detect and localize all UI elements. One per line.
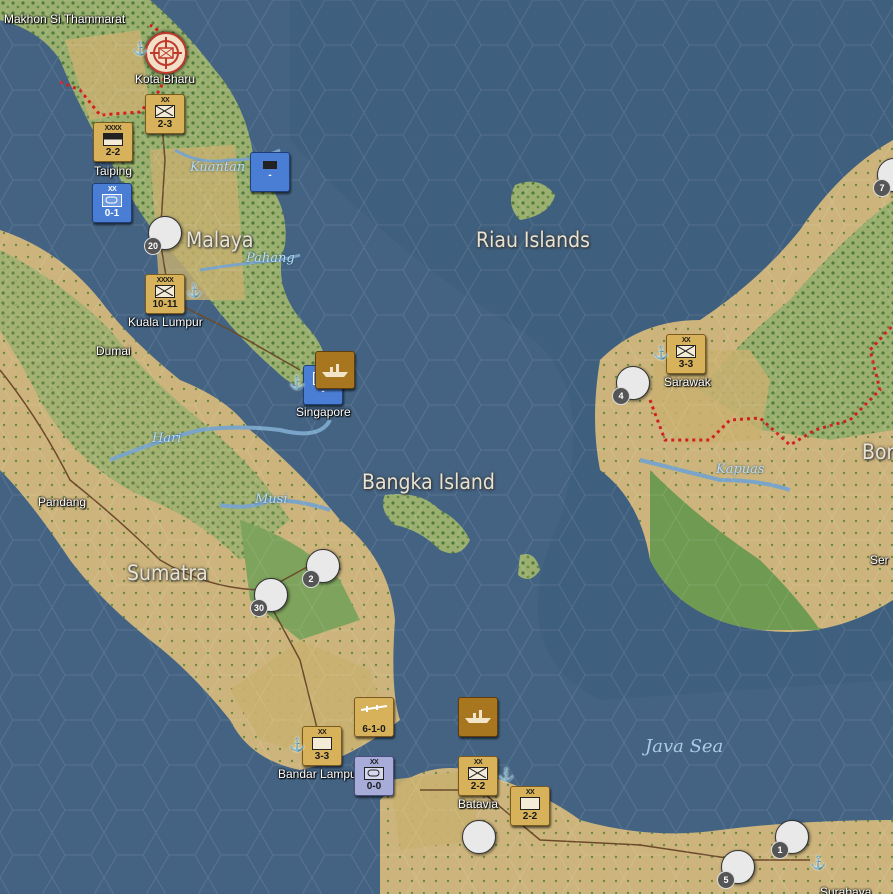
anchor-icon: ⚓ [186,283,203,298]
unit-size: XX [317,729,327,736]
unit-counter-axis-armor[interactable]: XX 0-1 [92,183,132,223]
mechanized-icon [312,737,332,750]
unit-strength: 0-1 [104,208,120,219]
stack-count-badge: 1 [771,841,789,859]
anchor-icon: ⚓ [289,737,306,752]
unit-counter-infantry-batavia[interactable]: XX 2-2 [458,756,498,796]
unit-size: XXXX [104,125,122,132]
infantry-icon [676,345,696,358]
unit-size: XX [160,97,170,104]
unit-strength: - [268,170,272,181]
unit-strength: 6-1-0 [362,724,386,735]
unit-stack-sarawak[interactable]: 4 [612,366,650,405]
unit-strength: 0-0 [366,781,382,792]
unit-strength: 3-3 [314,751,330,762]
unit-stack-batavia[interactable] [462,820,496,854]
unit-size: XX [473,759,483,766]
naval-icon [263,161,277,169]
infantry-icon [155,105,175,118]
unit-strength: 2-2 [105,147,121,158]
map-terrain [0,0,893,894]
stack-count-badge: 30 [250,599,268,617]
stack-count-badge: 2 [302,570,320,588]
anchor-icon: ⚓ [498,767,515,782]
infantry-icon [468,767,488,780]
anchor-icon: ⚓ [810,855,827,870]
stack-count-badge: 20 [144,237,162,255]
infantry-icon [155,285,175,298]
unit-counter-allied-fleet[interactable] [315,351,355,389]
crosshair-target-icon[interactable] [145,32,187,74]
unit-size: XX [525,789,535,796]
unit-size: XX [369,759,379,766]
unit-counter-air-wing[interactable]: 6-1-0 [354,697,394,737]
aircraft-icon [360,705,388,712]
stack-count-badge: 4 [612,387,630,405]
ship-icon [322,364,348,377]
mechanized-icon [520,797,540,810]
unit-size: XXXX [156,277,174,284]
anchor-icon: ⚓ [653,345,670,360]
unit-counter-mech-bandar[interactable]: XX 3-3 [302,726,342,766]
unit-strength: 10-11 [152,299,178,310]
unit-strength: 2-2 [470,781,486,792]
stack-count-badge: 7 [873,179,891,197]
anchor-icon: ⚓ [289,375,306,390]
unit-counter-infantry-sarawak[interactable]: XX 3-3 [666,334,706,374]
unit-counter-allied-fleet-2[interactable] [458,697,498,737]
armor-icon [364,767,384,780]
unit-counter-axis-naval[interactable]: - [250,152,290,192]
unit-size: XX [681,337,691,344]
unit-counter-infantry-division[interactable]: XX 2-3 [145,94,185,134]
unit-stack-malaya[interactable]: 20 [144,216,182,255]
unit-size: XX [107,186,117,193]
unit-counter-infantry-army[interactable]: XXXX 10-11 [145,274,185,314]
stack-count-badge: 5 [717,871,735,889]
ship-icon [465,710,491,723]
hq-icon [103,133,123,146]
unit-strength: 2-2 [522,811,538,822]
armor-icon [102,194,122,207]
unit-strength: 2-3 [157,119,173,130]
unit-counter-hq-army[interactable]: XXXX 2-2 [93,122,133,162]
unit-stack-sumatra-east[interactable]: 2 [302,549,340,588]
game-map[interactable]: Makhon Si Thammarat Kota Bharu Taiping K… [0,0,893,894]
unit-counter-mech-java[interactable]: XX 2-2 [510,786,550,826]
unit-counter-armor-lavender[interactable]: XX 0-0 [354,756,394,796]
unit-stack-java-central[interactable]: 5 [717,850,755,889]
anchor-icon: ⚓ [132,41,149,56]
unit-stack-java-east[interactable]: 1 [771,820,809,859]
unit-stack-sumatra[interactable]: 30 [250,578,288,617]
unit-strength: 3-3 [678,359,694,370]
